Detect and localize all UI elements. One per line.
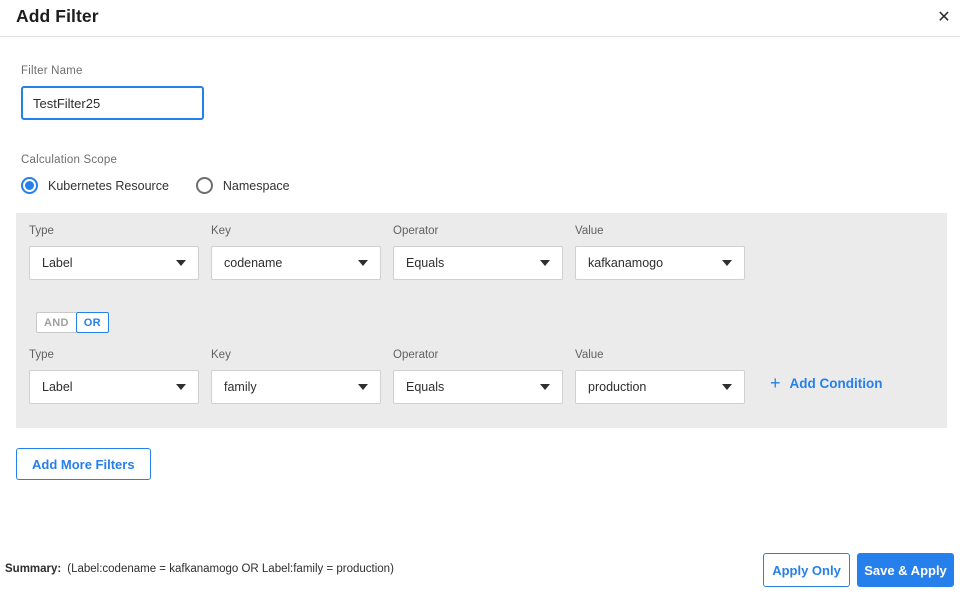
dropdown-value: Equals — [406, 256, 445, 270]
and-toggle-button[interactable]: AND — [36, 312, 76, 333]
key-column-label: Key — [211, 225, 231, 237]
value-dropdown[interactable]: kafkanamogo — [575, 246, 745, 280]
save-and-apply-button[interactable]: Save & Apply — [857, 553, 954, 587]
value-column-label: Value — [575, 349, 604, 361]
summary: Summary: (Label:codename = kafkanamogo OR… — [5, 563, 394, 575]
filter-name-label: Filter Name — [21, 65, 83, 77]
dropdown-value: kafkanamogo — [588, 256, 664, 270]
type-dropdown[interactable]: Label — [29, 246, 199, 280]
dropdown-caret-icon — [540, 260, 550, 266]
dropdown-value: codename — [224, 256, 283, 270]
header-divider — [0, 36, 960, 37]
radio-kubernetes-resource[interactable]: Kubernetes Resource — [21, 177, 169, 194]
page-title: Add Filter — [16, 6, 99, 26]
add-condition-label: Add Condition — [789, 375, 883, 391]
type-column-label: Type — [29, 225, 54, 237]
radio-selected-icon[interactable] — [21, 177, 38, 194]
dropdown-caret-icon — [176, 384, 186, 390]
radio-label: Kubernetes Resource — [48, 178, 169, 193]
close-icon[interactable]: ✕ — [930, 3, 958, 31]
type-dropdown[interactable]: Label — [29, 370, 199, 404]
radio-unselected-icon[interactable] — [195, 177, 213, 194]
key-column-label: Key — [211, 349, 231, 361]
plus-icon: + — [770, 373, 781, 393]
dropdown-caret-icon — [722, 384, 732, 390]
summary-label: Summary: — [5, 563, 62, 575]
dropdown-value: family — [224, 380, 257, 394]
operator-column-label: Operator — [393, 349, 439, 361]
value-dropdown[interactable]: production — [575, 370, 745, 404]
dropdown-caret-icon — [722, 260, 732, 266]
radio-namespace[interactable]: Namespace — [195, 177, 290, 194]
apply-only-button[interactable]: Apply Only — [763, 553, 850, 587]
or-toggle-button[interactable]: OR — [75, 312, 109, 333]
calculation-scope-group: Kubernetes Resource Namespace — [21, 177, 290, 194]
operator-dropdown[interactable]: Equals — [393, 370, 563, 404]
key-dropdown[interactable]: codename — [211, 246, 381, 280]
calculation-scope-label: Calculation Scope — [21, 154, 118, 166]
join-toggle: AND OR — [36, 312, 109, 333]
dropdown-value: Label — [42, 256, 73, 270]
dropdown-caret-icon — [358, 384, 368, 390]
radio-label: Namespace — [222, 178, 290, 193]
key-dropdown[interactable]: family — [211, 370, 381, 404]
type-column-label: Type — [29, 349, 54, 361]
dropdown-value: Label — [42, 380, 73, 394]
filter-name-input[interactable] — [21, 86, 204, 120]
value-column-label: Value — [575, 225, 604, 237]
summary-text: (Label:codename = kafkanamogo OR Label:f… — [67, 563, 394, 575]
add-condition-button[interactable]: + Add Condition — [770, 374, 883, 392]
dropdown-value: production — [588, 380, 647, 394]
operator-column-label: Operator — [393, 225, 439, 237]
add-more-filters-button[interactable]: Add More Filters — [16, 448, 151, 480]
dropdown-value: Equals — [406, 380, 445, 394]
dropdown-caret-icon — [358, 260, 368, 266]
dropdown-caret-icon — [176, 260, 186, 266]
conditions-panel: Type Key Operator Value Label codename E… — [16, 213, 947, 428]
dropdown-caret-icon — [540, 384, 550, 390]
operator-dropdown[interactable]: Equals — [393, 246, 563, 280]
